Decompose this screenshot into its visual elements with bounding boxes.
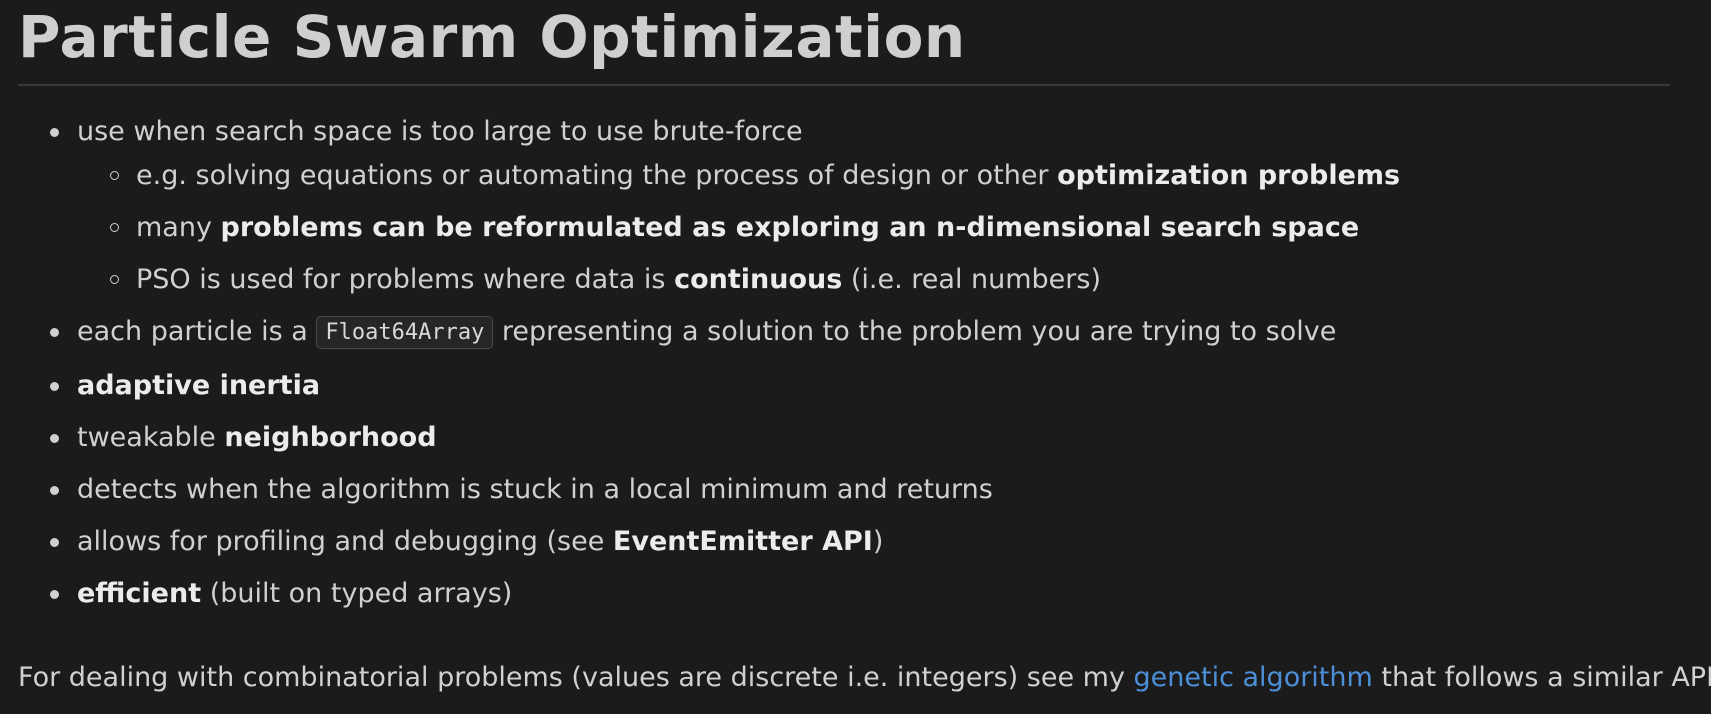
list-item-bold: neighborhood [224,422,437,453]
sub-item-optimization: e.g. solving equations or automating the… [110,158,1670,194]
list-item-text: use when search space is too large to us… [77,116,803,147]
list-item-bold: adaptive inertia [77,370,321,401]
circle-bullet-icon [110,275,119,284]
footer-paragraph: For dealing with combinatorial problems … [18,660,1711,696]
list-item-efficient: efficient (built on typed arrays) [50,576,1670,612]
list-item-adaptive-inertia: adaptive inertia [50,368,1670,404]
bullet-icon [50,486,59,495]
footer-text-post: that follows a similar API. [1372,662,1711,693]
list-item-bold: efficient [77,578,202,609]
circle-bullet-icon [110,223,119,232]
circle-bullet-icon [110,171,119,180]
sub-item-bold: optimization problems [1057,160,1401,191]
footer-text: For dealing with combinatorial problems … [18,662,1134,693]
bullet-icon [50,382,59,391]
document: Particle Swarm Optimization use when sea… [18,0,1711,693]
genetic-algorithm-link[interactable]: genetic algorithm [1134,662,1373,693]
sub-item-reformulated: many problems can be reformulated as exp… [110,210,1670,246]
list-item-particle: each particle is a Float64Array represen… [50,314,1670,352]
bullet-icon [50,538,59,547]
list-item-text-post: ) [872,526,884,557]
inline-code: Float64Array [316,316,494,349]
sub-item-bold: continuous [674,264,843,295]
list-item-text-post: (built on typed arrays) [201,578,513,609]
bullet-icon [50,590,59,599]
feature-list: use when search space is too large to us… [18,114,1670,612]
sub-item-text: many [136,212,221,243]
bullet-icon [50,434,59,443]
bullet-icon [50,128,59,137]
list-item-neighborhood: tweakable neighborhood [50,420,1670,456]
sub-item-text: e.g. solving equations or automating the… [136,160,1058,191]
sub-list: e.g. solving equations or automating the… [77,158,1670,298]
list-item-text: tweakable [77,422,225,453]
sub-item-bold: problems can be reformulated as explorin… [220,212,1360,243]
sub-item-text-post: (i.e. real numbers) [842,264,1101,295]
page-title: Particle Swarm Optimization [18,0,1670,86]
list-item-text: each particle is a [77,316,317,347]
list-item-profiling: allows for profiling and debugging (see … [50,524,1670,560]
sub-item-continuous: PSO is used for problems where data is c… [110,262,1670,298]
list-item-local-minimum: detects when the algorithm is stuck in a… [50,472,1670,508]
list-item-text: allows for profiling and debugging (see [77,526,613,557]
list-item-search-space: use when search space is too large to us… [50,114,1670,298]
list-item-text: detects when the algorithm is stuck in a… [77,474,993,505]
list-item-text-post: representing a solution to the problem y… [493,316,1337,347]
bullet-icon [50,328,59,337]
sub-item-text: PSO is used for problems where data is [136,264,675,295]
list-item-bold: EventEmitter API [612,526,873,557]
